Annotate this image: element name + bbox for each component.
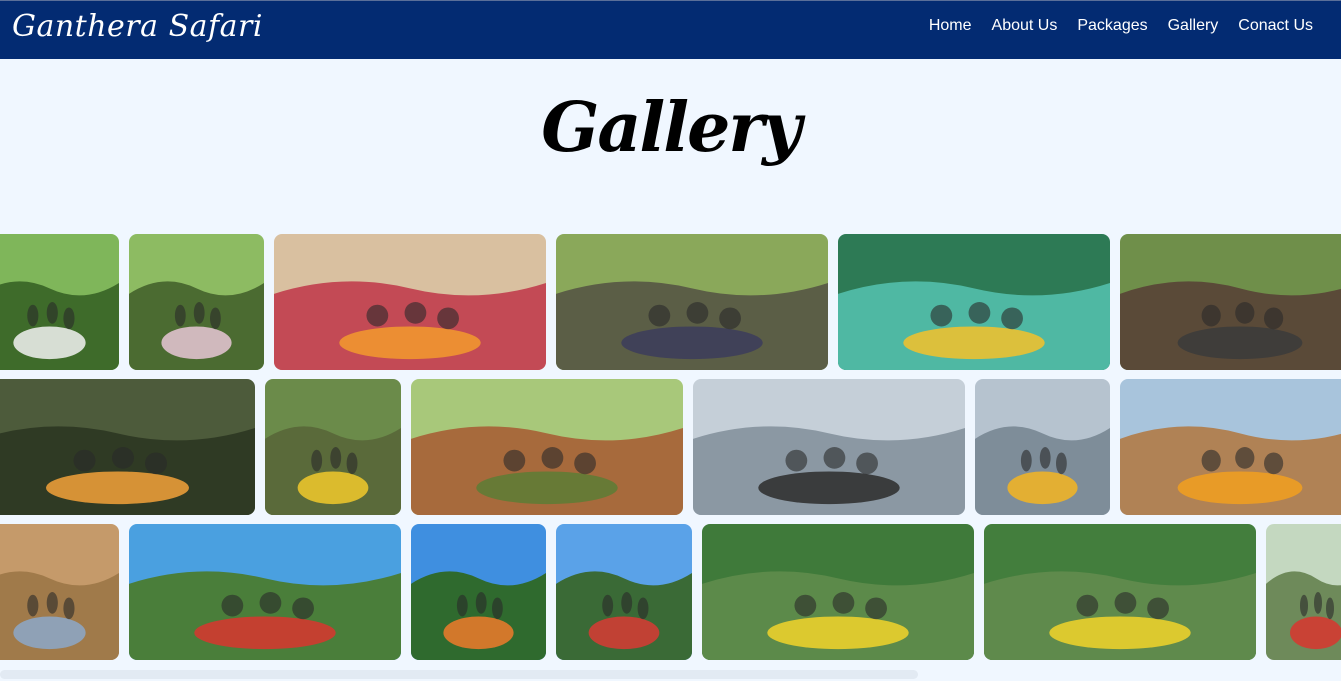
photo-boat-front[interactable] (1266, 524, 1341, 660)
photo-mangrove-boat[interactable] (265, 379, 401, 515)
photo-lake-boat[interactable] (975, 379, 1110, 515)
photo-lake-sky[interactable] (693, 379, 965, 515)
horizontal-scrollbar[interactable] (0, 670, 918, 679)
photo-group-outdoor[interactable] (556, 234, 828, 370)
photo-boat-river[interactable] (556, 524, 692, 660)
photo-boat-hats-1[interactable] (702, 524, 974, 660)
photo-group-hut[interactable] (1120, 234, 1341, 370)
photo-family-couple[interactable] (129, 234, 264, 370)
photo-family-sign[interactable] (0, 234, 119, 370)
photo-fruit-stall[interactable] (1120, 379, 1341, 515)
photo-hut-interior[interactable] (0, 524, 119, 660)
photo-gallery (0, 0, 1341, 681)
photo-family-hats[interactable] (274, 234, 546, 370)
photo-boat-group-lifejackets[interactable] (129, 524, 401, 660)
photo-boat-lagoon[interactable] (838, 234, 1110, 370)
photo-mangrove-tunnel[interactable] (0, 379, 255, 515)
photo-wooden-bridge[interactable] (411, 379, 683, 515)
photo-boat-blue-sky[interactable] (411, 524, 546, 660)
photo-boat-hats-2[interactable] (984, 524, 1256, 660)
